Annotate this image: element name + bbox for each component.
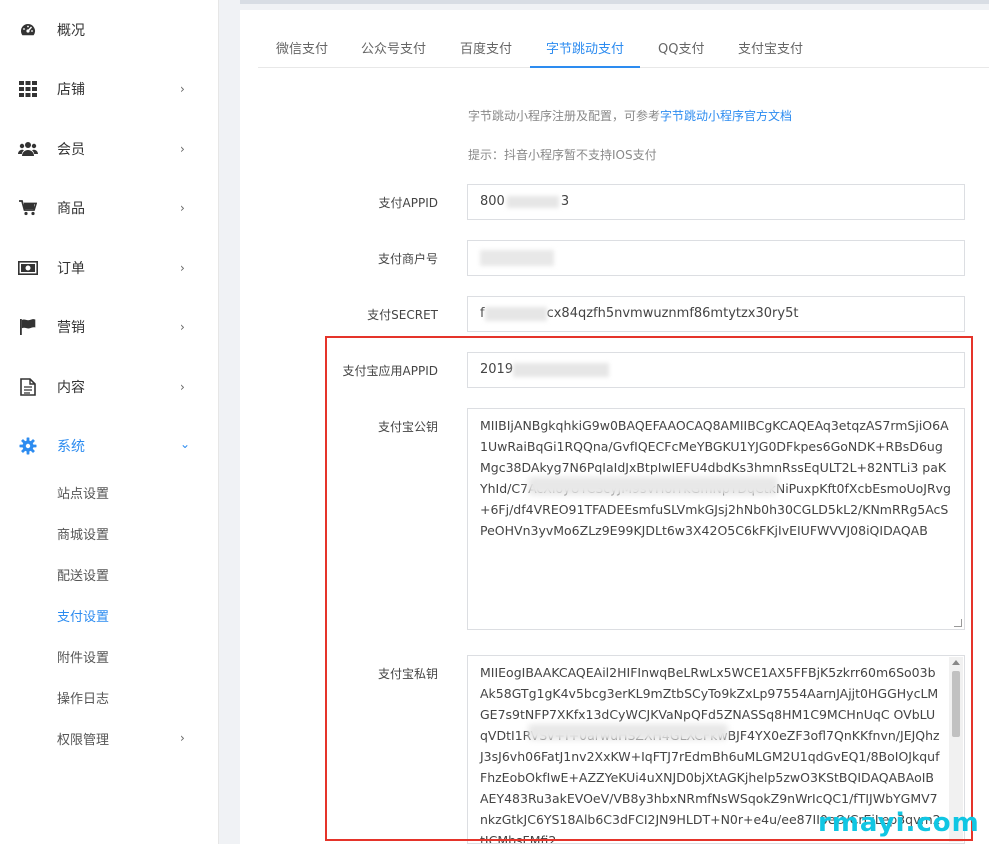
- sidebar: 概况 店铺 › 会员 › 商品 › 订单 › 营销 › 内容 › 系统 ⌄ 站点…: [0, 0, 219, 844]
- scrollbar-thumb[interactable]: [952, 671, 960, 737]
- sidebar-subitem-operation-log[interactable]: 操作日志: [0, 682, 219, 712]
- appid-value-prefix: 800: [480, 194, 505, 209]
- sidebar-subitem-label: 权限管理: [57, 732, 110, 748]
- merchant-label: 支付商户号: [377, 252, 438, 266]
- ios-note: 提示：抖音小程序暂不支持IOS支付: [468, 148, 657, 162]
- sidebar-item-content[interactable]: 内容 ›: [0, 367, 219, 407]
- sidebar-item-label: 商品: [57, 201, 85, 217]
- sidebar-subitem-site-settings[interactable]: 站点设置: [0, 477, 219, 507]
- secret-input[interactable]: f cx84qzfh5nvmwuznmf86mtytzx30ry5t: [467, 296, 965, 332]
- sidebar-subitem-label: 配送设置: [57, 568, 110, 584]
- redacted-mask: [506, 195, 559, 208]
- sidebar-subitem-label: 站点设置: [57, 486, 110, 502]
- alipay-pubkey-textarea[interactable]: MIIBIjANBgkqhkiG9w0BAQEFAAOCAQ8AMIIBCgKC…: [467, 408, 965, 630]
- redacted-mask: [484, 306, 547, 321]
- main-panel: 微信支付 公众号支付 百度支付 字节跳动支付 QQ支付 支付宝支付 字节跳动小程…: [240, 10, 989, 844]
- register-hint: 字节跳动小程序注册及配置，可参考字节跳动小程序官方文档: [468, 107, 792, 124]
- sidebar-item-overview[interactable]: 概况: [0, 10, 219, 50]
- chevron-right-icon: ›: [180, 320, 185, 334]
- alipay-appid-value: 2019: [480, 362, 514, 377]
- redacted-mask: [528, 477, 778, 495]
- tab-baidu-pay[interactable]: 百度支付: [444, 30, 528, 68]
- chevron-right-icon: ›: [180, 82, 185, 96]
- chevron-down-icon: ⌄: [180, 437, 191, 451]
- sidebar-subitem-label: 支付设置: [57, 609, 110, 625]
- chevron-right-icon: ›: [180, 142, 185, 156]
- dashboard-icon: [18, 20, 38, 40]
- appid-value-suffix: 3: [560, 194, 570, 209]
- sidebar-item-orders[interactable]: 订单 ›: [0, 248, 219, 288]
- secret-label: 支付SECRET: [367, 308, 438, 322]
- tab-bytedance-pay[interactable]: 字节跳动支付: [530, 30, 641, 68]
- sidebar-item-label: 概况: [57, 23, 85, 39]
- alipay-appid-label: 支付宝应用APPID: [342, 364, 438, 378]
- sidebar-item-products[interactable]: 商品 ›: [0, 188, 219, 228]
- scroll-up-arrow-icon[interactable]: [952, 660, 960, 665]
- register-hint-text: 字节跳动小程序注册及配置，可参考: [468, 109, 661, 123]
- tab-qq-pay[interactable]: QQ支付: [642, 30, 720, 68]
- tab-wechat-pay[interactable]: 微信支付: [260, 30, 344, 68]
- chevron-right-icon: ›: [180, 380, 185, 394]
- sidebar-item-label: 系统: [57, 439, 85, 455]
- users-icon: [18, 139, 38, 159]
- appid-input[interactable]: 800 3: [467, 184, 965, 220]
- chevron-right-icon: ›: [180, 261, 185, 275]
- alipay-pubkey-label: 支付宝公钥: [377, 420, 438, 434]
- sidebar-subitem-payment-settings[interactable]: 支付设置: [0, 600, 219, 630]
- cart-icon: [18, 198, 38, 218]
- merchant-input[interactable]: [467, 240, 965, 276]
- sidebar-subitem-label: 附件设置: [57, 650, 110, 666]
- top-strip: [240, 0, 989, 4]
- sidebar-subitem-mall-settings[interactable]: 商城设置: [0, 518, 219, 548]
- sidebar-item-members[interactable]: 会员 ›: [0, 129, 219, 169]
- gear-icon: [18, 436, 38, 456]
- redacted-mask: [480, 249, 554, 266]
- payment-tabs: 微信支付 公众号支付 百度支付 字节跳动支付 QQ支付 支付宝支付: [258, 10, 989, 68]
- sidebar-item-label: 内容: [57, 380, 85, 396]
- sidebar-item-label: 订单: [57, 261, 85, 277]
- tab-alipay[interactable]: 支付宝支付: [722, 30, 819, 68]
- official-docs-link[interactable]: 字节跳动小程序官方文档: [660, 109, 792, 123]
- tab-official-account-pay[interactable]: 公众号支付: [345, 30, 442, 68]
- sidebar-item-label: 营销: [57, 320, 85, 336]
- sidebar-subitem-label: 操作日志: [57, 691, 110, 707]
- appid-label: 支付APPID: [378, 196, 438, 210]
- sidebar-item-marketing[interactable]: 营销 ›: [0, 307, 219, 347]
- resize-handle[interactable]: [954, 619, 962, 627]
- redacted-mask: [528, 724, 728, 740]
- secret-value-suffix: cx84qzfh5nvmwuznmf86mtytzx30ry5t: [546, 306, 799, 321]
- sidebar-item-label: 店铺: [57, 82, 85, 98]
- sidebar-subitem-attachment-settings[interactable]: 附件设置: [0, 641, 219, 671]
- watermark: rmayi.com: [818, 808, 980, 838]
- sidebar-subitem-delivery-settings[interactable]: 配送设置: [0, 559, 219, 589]
- sidebar-item-store[interactable]: 店铺 ›: [0, 69, 219, 109]
- money-icon: [18, 258, 38, 278]
- chevron-right-icon: ›: [180, 731, 185, 745]
- sidebar-subitem-permission-management[interactable]: 权限管理 ›: [0, 723, 219, 753]
- alipay-appid-input[interactable]: 2019: [467, 352, 965, 388]
- chevron-right-icon: ›: [180, 201, 185, 215]
- document-icon: [18, 377, 38, 397]
- sidebar-item-system[interactable]: 系统 ⌄: [0, 426, 219, 466]
- redacted-mask: [513, 362, 610, 377]
- sidebar-subitem-label: 商城设置: [57, 527, 110, 543]
- alipay-privkey-label: 支付宝私钥: [377, 667, 438, 681]
- grid-icon: [18, 79, 38, 99]
- sidebar-item-label: 会员: [57, 142, 85, 158]
- flag-icon: [18, 317, 38, 337]
